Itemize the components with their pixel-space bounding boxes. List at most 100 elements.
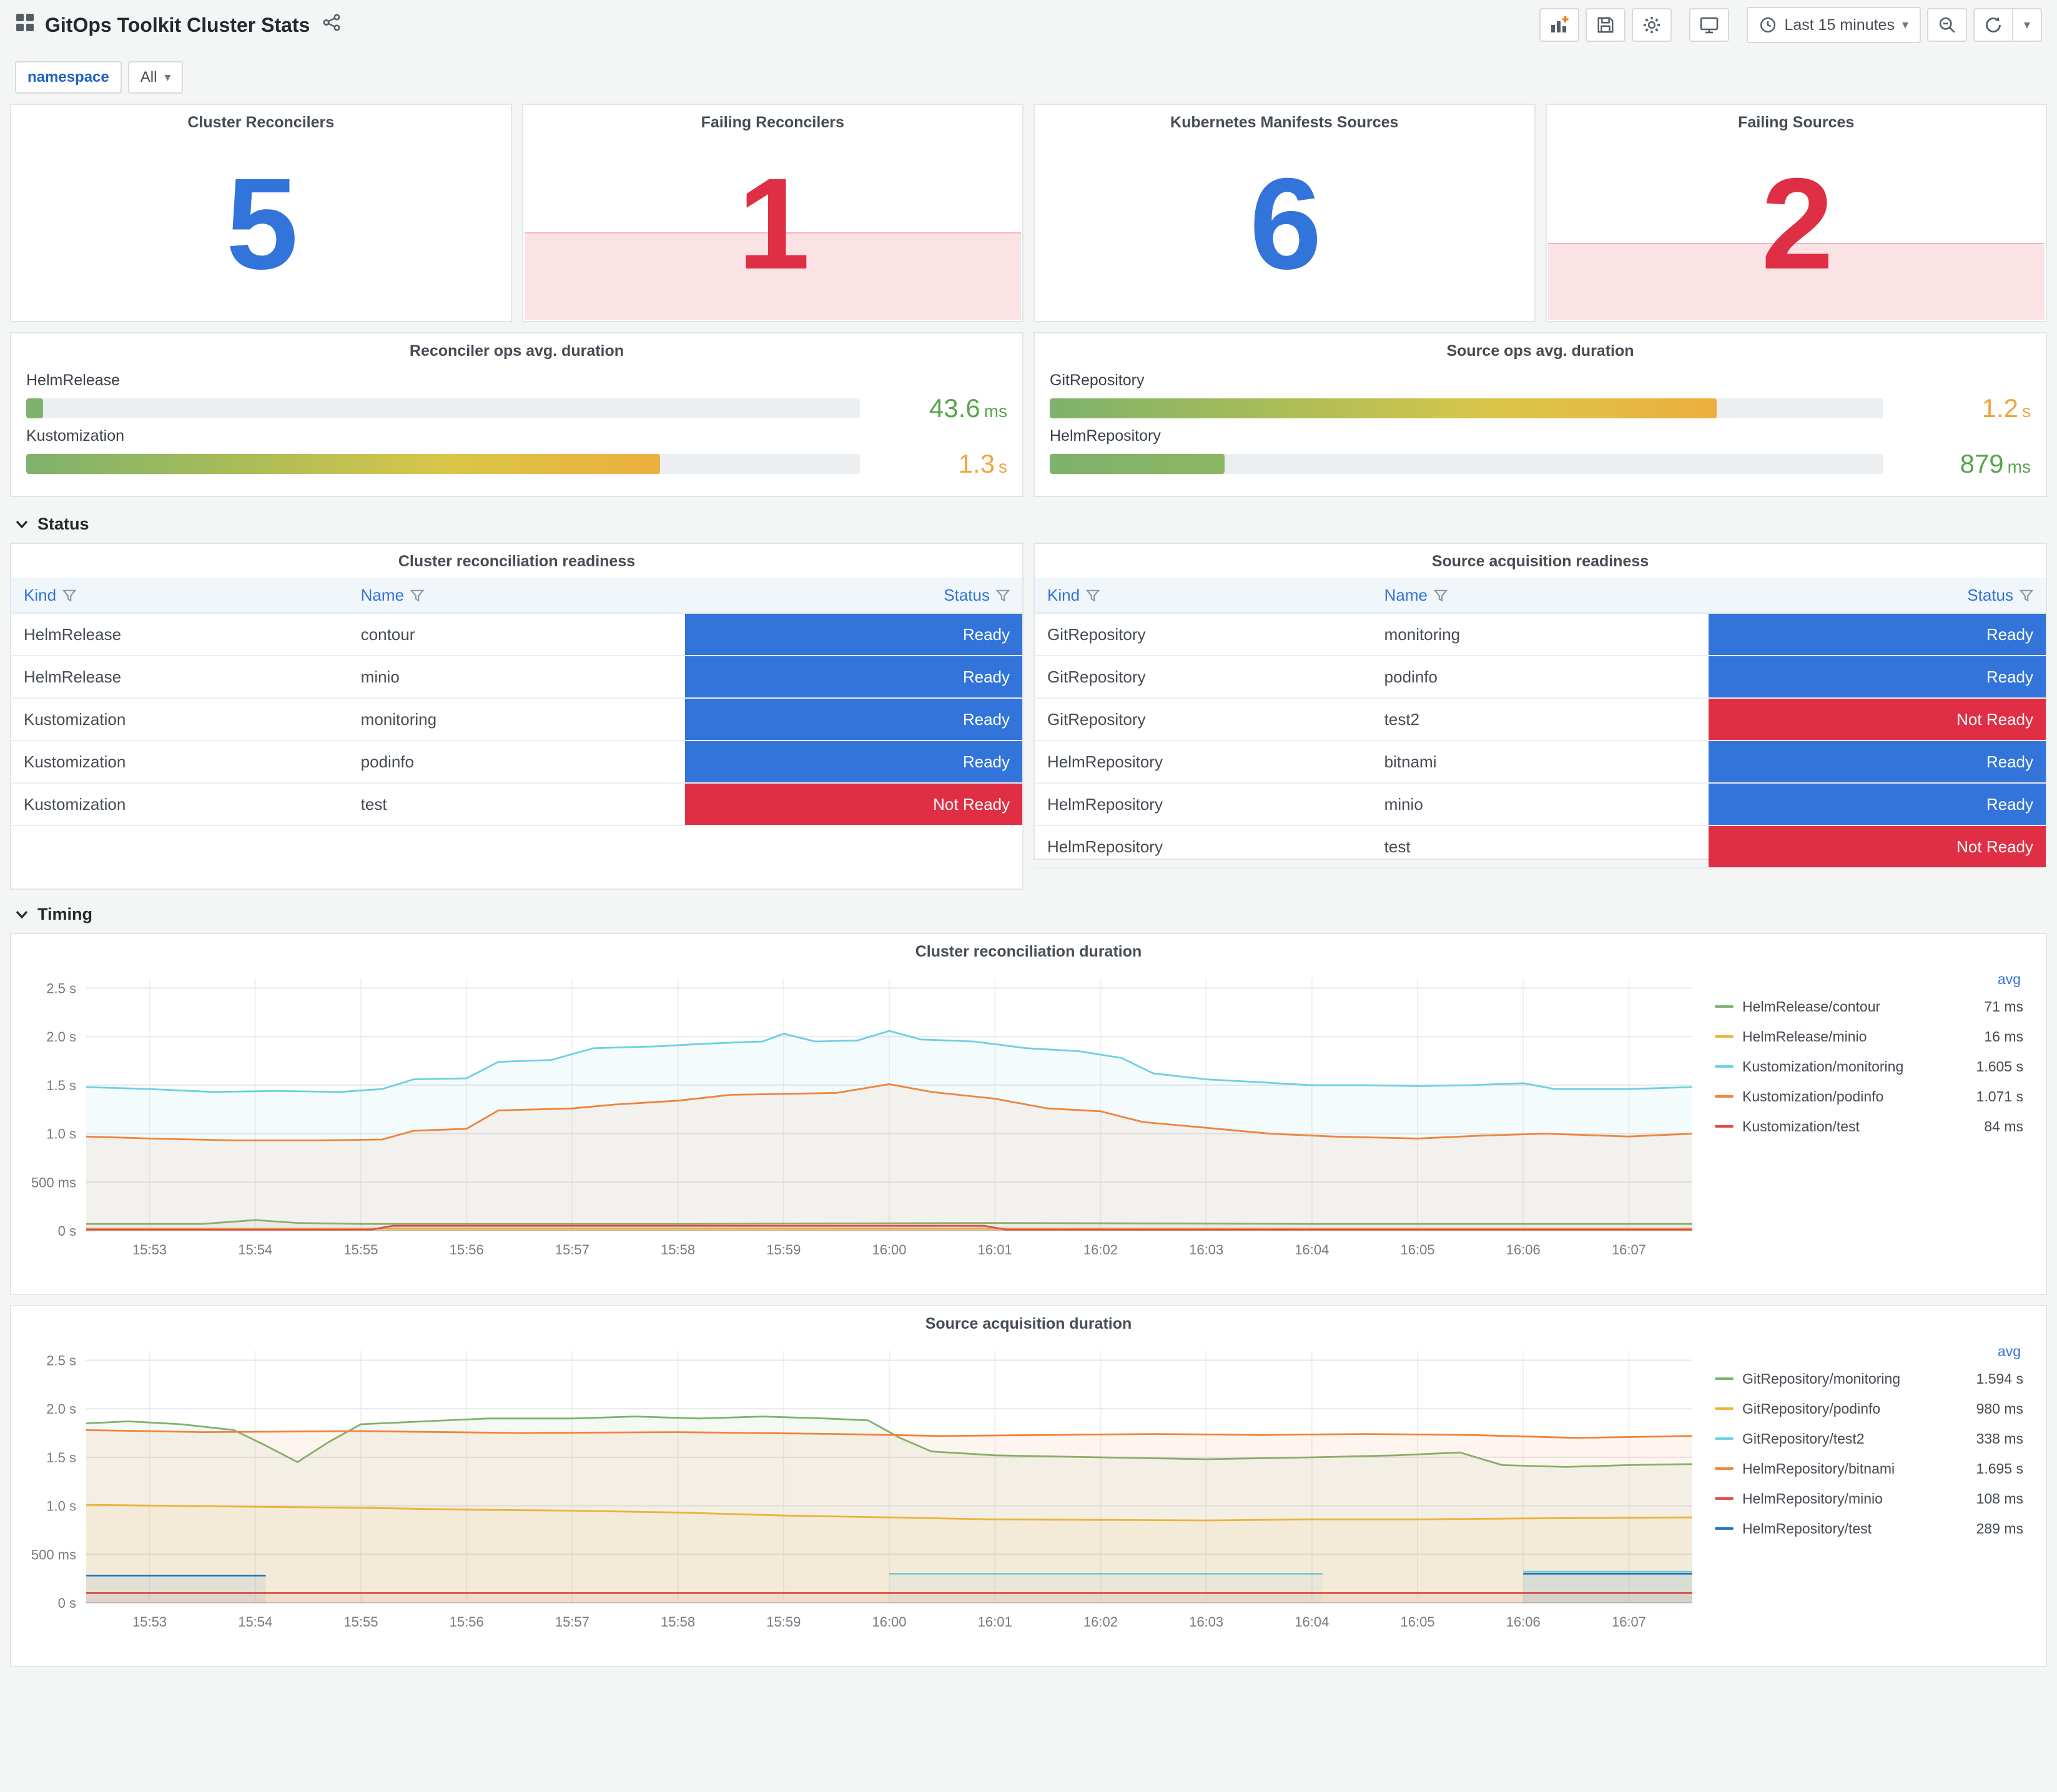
- table-row: HelmRelease minio Ready: [11, 656, 1022, 699]
- settings-gear-icon[interactable]: [1632, 8, 1672, 42]
- gauge-fill: [1050, 454, 1225, 474]
- cell-name: minio: [1371, 783, 1709, 826]
- cell-kind: Kustomization: [11, 698, 348, 741]
- legend-item[interactable]: Kustomization/podinfo 1.071 s: [1715, 1081, 2023, 1111]
- chart-legend: avg HelmRelease/contour 71 ms HelmRelease/m…: [1712, 966, 2031, 1266]
- add-panel-button[interactable]: [1539, 8, 1580, 42]
- chevron-down-icon: [16, 910, 28, 918]
- refresh-interval-caret[interactable]: ▾: [2012, 8, 2042, 42]
- legend-series-color: [1715, 1527, 1734, 1530]
- time-range-picker[interactable]: Last 15 minutes ▾: [1747, 7, 1921, 43]
- dashboards-icon: [15, 12, 35, 37]
- column-header-status[interactable]: Status: [685, 578, 1022, 614]
- svg-text:16:04: 16:04: [1295, 1614, 1329, 1630]
- legend-series-name[interactable]: HelmRepository/minio: [1742, 1490, 1966, 1507]
- legend-series-name[interactable]: HelmRelease/contour: [1742, 998, 1974, 1015]
- legend-series-name[interactable]: GitRepository/test2: [1742, 1430, 1966, 1447]
- legend-series-name[interactable]: Kustomization/test: [1742, 1118, 1974, 1135]
- svg-text:2.0 s: 2.0 s: [46, 1401, 76, 1417]
- filter-icon[interactable]: [62, 589, 77, 602]
- legend-avg-header[interactable]: avg: [1715, 1341, 2023, 1364]
- legend-series-name[interactable]: HelmRepository/bitnami: [1742, 1460, 1966, 1477]
- legend-series-name[interactable]: GitRepository/monitoring: [1742, 1371, 1966, 1387]
- timeseries-plot[interactable]: 15:53 15:54 15:55 15:56 15:57 15:58 15:59 16:00…: [19, 1338, 1712, 1638]
- section-timing[interactable]: Timing: [10, 892, 2047, 933]
- legend-item[interactable]: HelmRelease/contour 71 ms: [1715, 992, 2023, 1022]
- legend-item[interactable]: HelmRepository/minio 108 ms: [1715, 1484, 2023, 1514]
- legend-item[interactable]: GitRepository/podinfo 980 ms: [1715, 1394, 2023, 1424]
- column-header-status[interactable]: Status: [1709, 578, 2046, 614]
- variable-namespace-label[interactable]: namespace: [15, 61, 122, 94]
- svg-text:16:05: 16:05: [1401, 1242, 1435, 1258]
- column-header-name[interactable]: Name: [1371, 578, 1709, 614]
- legend-item[interactable]: Kustomization/test 84 ms: [1715, 1111, 2023, 1141]
- variable-namespace-dropdown[interactable]: All ▾: [127, 61, 184, 94]
- svg-text:1.0 s: 1.0 s: [46, 1126, 76, 1142]
- stat-panel-cluster-reconcilers: Cluster Reconcilers 5: [10, 104, 512, 322]
- legend-series-name[interactable]: HelmRelease/minio: [1742, 1028, 1974, 1045]
- filter-icon[interactable]: [995, 589, 1010, 602]
- gauge-value: 1.3 s: [958, 449, 1007, 478]
- panel-title: Source acquisition duration: [925, 1315, 1132, 1332]
- save-dashboard-button[interactable]: [1586, 8, 1626, 42]
- gauge-label: Kustomization: [26, 427, 125, 445]
- refresh-icon[interactable]: [1973, 8, 2013, 42]
- gauge-label: GitRepository: [1050, 372, 1145, 389]
- cell-name: minio: [348, 656, 686, 699]
- legend-item[interactable]: HelmRepository/bitnami 1.695 s: [1715, 1454, 2023, 1484]
- gauge-panel-reconciler-ops: Reconciler ops avg. duration HelmRelease…: [10, 332, 1024, 497]
- variables-row: namespace All ▾: [0, 50, 2057, 101]
- svg-text:16:00: 16:00: [872, 1242, 906, 1258]
- svg-text:15:55: 15:55: [343, 1614, 378, 1630]
- svg-text:16:06: 16:06: [1506, 1242, 1541, 1258]
- legend-series-color: [1715, 1437, 1734, 1440]
- gauge-value: 1.2 s: [1981, 393, 2031, 423]
- column-header-kind[interactable]: Kind: [1035, 578, 1372, 614]
- filter-icon[interactable]: [1085, 589, 1100, 602]
- tv-mode-icon[interactable]: [1689, 8, 1730, 42]
- legend-avg-header[interactable]: avg: [1715, 968, 2023, 992]
- legend-series-name[interactable]: HelmRepository/test: [1742, 1520, 1966, 1537]
- legend-series-color: [1715, 1377, 1734, 1380]
- legend-series-name[interactable]: GitRepository/podinfo: [1742, 1401, 1966, 1417]
- legend-item[interactable]: HelmRelease/minio 16 ms: [1715, 1022, 2023, 1051]
- legend-series-name[interactable]: Kustomization/podinfo: [1742, 1088, 1966, 1105]
- svg-text:15:53: 15:53: [132, 1242, 167, 1258]
- chevron-down-icon: [16, 520, 28, 528]
- svg-text:15:54: 15:54: [238, 1614, 272, 1630]
- legend-series-name[interactable]: Kustomization/monitoring: [1742, 1058, 1966, 1075]
- status-badge: Ready: [1709, 741, 2046, 782]
- nav-actions: Last 15 minutes ▾ ▾: [1533, 7, 2042, 43]
- table-row: HelmRepository bitnami Ready: [1035, 741, 2046, 784]
- column-header-kind[interactable]: Kind: [11, 578, 348, 614]
- svg-text:1.5 s: 1.5 s: [46, 1078, 76, 1093]
- table-row: GitRepository test2 Not Ready: [1035, 698, 2046, 741]
- cell-kind: HelmRepository: [1035, 825, 1372, 869]
- svg-text:15:54: 15:54: [238, 1242, 272, 1258]
- cell-status: Ready: [1709, 613, 2046, 656]
- stat-value: 6: [1249, 151, 1322, 297]
- table-row: Kustomization test Not Ready: [11, 783, 1022, 826]
- legend-item[interactable]: Kustomization/monitoring 1.605 s: [1715, 1051, 2023, 1081]
- cell-status: Not Ready: [685, 783, 1022, 826]
- gauge-fill: [26, 398, 43, 418]
- svg-text:16:00: 16:00: [872, 1614, 906, 1630]
- clock-icon: [1760, 17, 1776, 33]
- legend-series-avg: 71 ms: [1984, 998, 2023, 1015]
- section-status[interactable]: Status: [10, 502, 2047, 543]
- filter-icon[interactable]: [410, 589, 425, 602]
- zoom-out-icon[interactable]: [1927, 8, 1967, 42]
- legend-item[interactable]: HelmRepository/test 289 ms: [1715, 1514, 2023, 1543]
- legend-item[interactable]: GitRepository/monitoring 1.594 s: [1715, 1364, 2023, 1394]
- column-header-name[interactable]: Name: [348, 578, 686, 614]
- timeseries-plot[interactable]: 15:53 15:54 15:55 15:56 15:57 15:58 15:59 16:00…: [19, 966, 1712, 1266]
- legend-item[interactable]: GitRepository/test2 338 ms: [1715, 1424, 2023, 1454]
- svg-text:15:57: 15:57: [555, 1614, 589, 1630]
- section-label: Timing: [37, 905, 93, 923]
- top-nav: GitOps Toolkit Cluster Stats Last 15 min…: [0, 0, 2057, 50]
- share-icon[interactable]: [322, 13, 341, 37]
- filter-icon[interactable]: [1433, 589, 1448, 602]
- table-row: HelmRelease contour Ready: [11, 613, 1022, 656]
- cell-kind: HelmRelease: [11, 656, 348, 699]
- filter-icon[interactable]: [2019, 589, 2034, 602]
